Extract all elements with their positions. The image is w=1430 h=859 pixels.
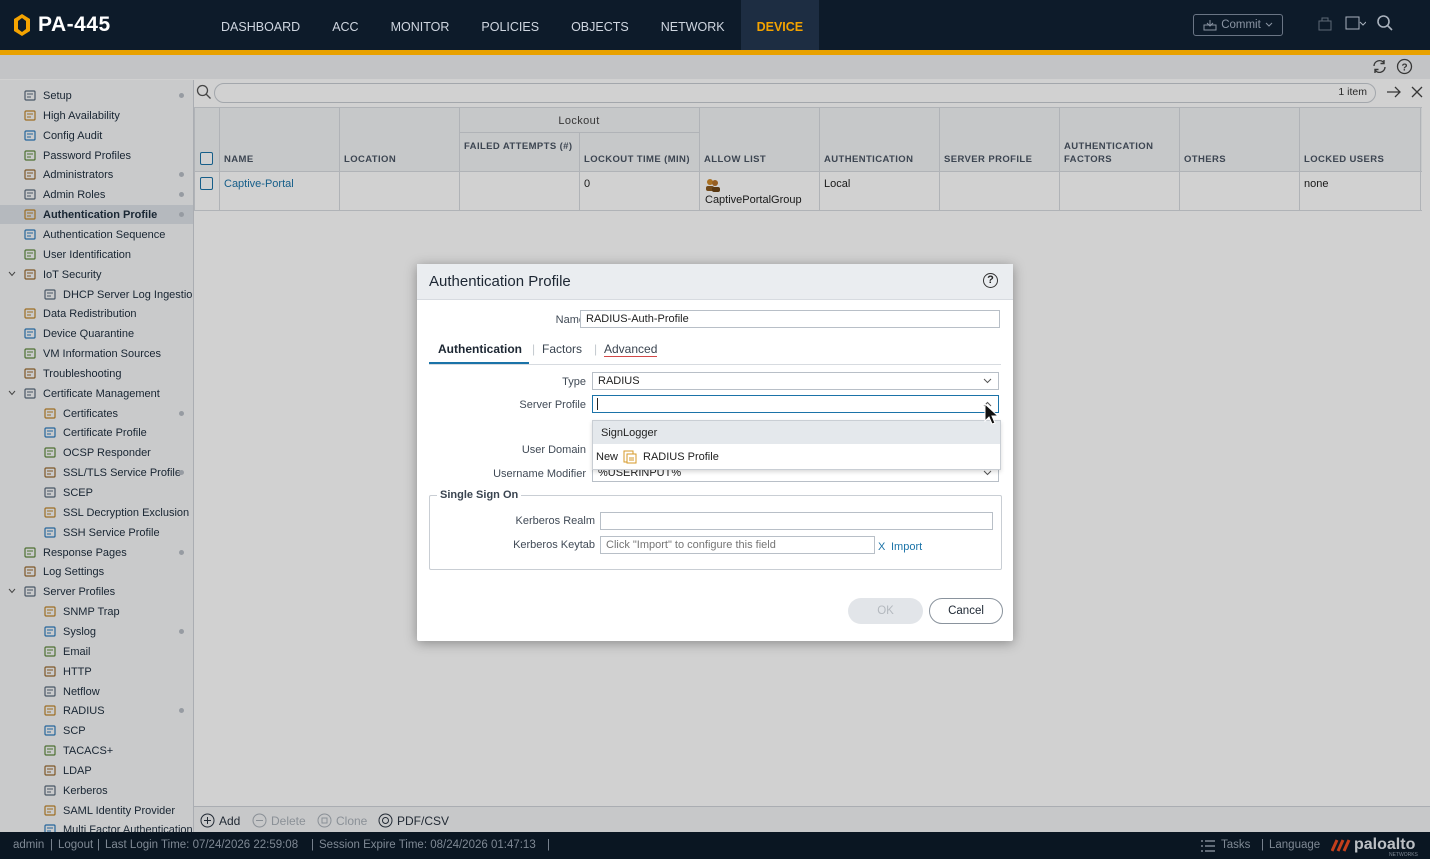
username-modifier-label: Username Modifier — [493, 468, 586, 480]
server-profile-select[interactable] — [592, 395, 999, 413]
nav-network[interactable]: NETWORK — [645, 0, 741, 50]
import-link[interactable]: Import — [891, 541, 922, 553]
help-icon[interactable]: ? — [983, 273, 998, 288]
sso-legend: Single Sign On — [437, 489, 522, 501]
tab-advanced[interactable]: Advanced — [604, 342, 658, 357]
active-tab-indicator — [429, 362, 529, 364]
nav-acc[interactable]: ACC — [316, 0, 374, 50]
dropdown-option-signlogger[interactable]: SignLogger — [593, 421, 1000, 444]
name-label: Name — [555, 314, 585, 326]
search-icon[interactable] — [1376, 14, 1394, 32]
type-value: RADIUS — [598, 375, 640, 387]
device-name: PA-445 — [38, 13, 111, 36]
clear-keytab-button[interactable]: X — [878, 541, 885, 553]
commit-label: Commit — [1221, 19, 1261, 31]
dialog-title: Authentication Profile — [429, 273, 571, 290]
top-icon-group — [1316, 14, 1394, 32]
kerberos-realm-field[interactable] — [600, 512, 993, 530]
option-label: SignLogger — [601, 426, 658, 439]
ok-button[interactable]: OK — [848, 598, 923, 624]
nav-monitor[interactable]: MONITOR — [375, 0, 466, 50]
server-profile-label: Server Profile — [519, 399, 586, 411]
chevron-down-icon — [983, 378, 992, 384]
tab-factors[interactable]: Factors — [542, 342, 582, 356]
type-label: Type — [562, 376, 586, 388]
name-field[interactable] — [580, 310, 1000, 328]
new-prefix: New — [596, 450, 619, 463]
type-select[interactable]: RADIUS — [592, 372, 999, 390]
new-item-label: RADIUS Profile — [643, 450, 719, 463]
nav-device[interactable]: DEVICE — [740, 0, 820, 50]
user-domain-label: User Domain — [521, 444, 586, 456]
chevron-down-icon — [983, 470, 992, 476]
main-nav: DASHBOARD ACC MONITOR POLICIES OBJECTS N… — [205, 0, 820, 50]
nav-objects[interactable]: OBJECTS — [555, 0, 645, 50]
pa-logo-icon — [14, 14, 30, 36]
tab-authentication[interactable]: Authentication — [438, 342, 522, 356]
commit-button[interactable]: Commit — [1193, 14, 1283, 36]
dialog-header: Authentication Profile ? — [417, 264, 1013, 300]
mouse-pointer-icon — [984, 403, 1000, 425]
kerberos-keytab-label: Kerberos Keytab — [513, 539, 595, 551]
nav-policies[interactable]: POLICIES — [465, 0, 555, 50]
server-profile-dropdown: SignLogger New RADIUS Profile — [592, 420, 1001, 470]
kerberos-realm-label: Kerberos Realm — [515, 515, 595, 527]
config-save-icon[interactable] — [1344, 14, 1366, 32]
dialog-tabs: Authentication | Factors | Advanced — [429, 340, 1001, 365]
top-navigation-bar: PA-445 DASHBOARD ACC MONITOR POLICIES OB… — [0, 0, 1430, 55]
commit-icon — [1203, 20, 1217, 31]
authentication-profile-dialog: Authentication Profile ? Name Authentica… — [417, 264, 1013, 641]
radius-profile-icon — [623, 450, 637, 463]
nav-dashboard[interactable]: DASHBOARD — [205, 0, 316, 50]
chevron-down-icon — [1265, 22, 1273, 27]
kerberos-keytab-field[interactable] — [600, 536, 875, 554]
new-radius-profile-option[interactable]: New RADIUS Profile — [593, 445, 1000, 468]
cancel-button[interactable]: Cancel — [929, 598, 1003, 624]
text-caret — [597, 398, 598, 410]
lock-config-icon[interactable] — [1316, 14, 1334, 32]
app-logo: PA-445 — [12, 12, 111, 38]
single-sign-on-group — [429, 495, 1002, 570]
